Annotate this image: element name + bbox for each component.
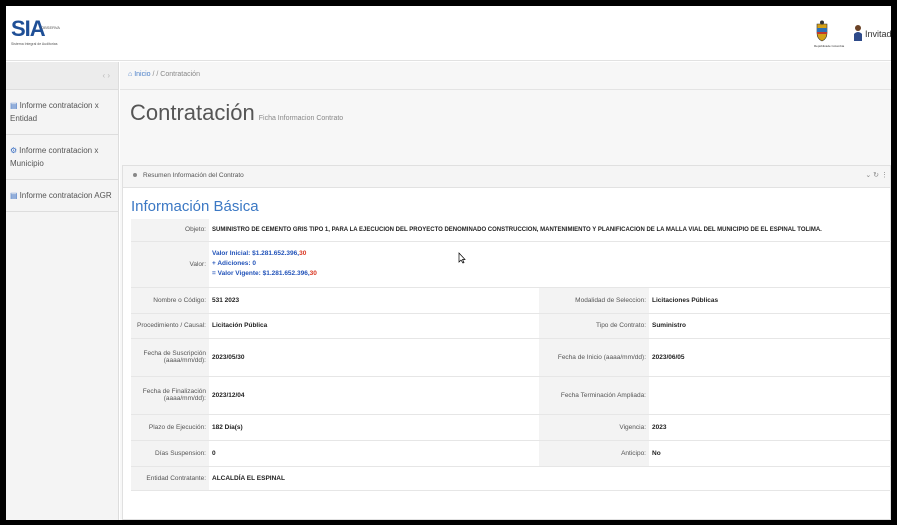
gear-icon: ⚙ [10,146,18,155]
modalidad-label: Modalidad de Seleccion: [539,287,649,314]
logo-small-text: OBSERVA [41,25,60,30]
shield-caption: Repúblicade Colombia [814,44,845,48]
suscripcion-value: 2023/05/30 [209,338,539,377]
terminacion-value [649,376,891,415]
objeto-value: SUMINISTRO DE CEMENTO GRIS TIPO 1, PARA … [209,219,891,242]
valor-label: Valor: [131,241,209,288]
adiciones: + Adiciones: 0 [212,260,257,267]
terminacion-label: Fecha Terminación Ampliada: [539,376,649,415]
anticipo-value: No [649,440,891,467]
valor-vigente: = Valor Vigente: $1.281.652.396, [212,270,310,277]
table-row: Días Suspension: 0 Anticipo: No [131,440,891,467]
procedimiento-label: Procedimiento / Causal: [131,313,209,339]
finalizacion-label: Fecha de Finalización (aaaa/mm/dd): [131,376,209,415]
report-icon: ▤ [10,101,18,110]
entidad-value: ALCALDÍA EL ESPINAL [209,466,891,491]
suspension-label: Días Suspension: [131,440,209,467]
breadcrumb-separator: / / [152,71,159,78]
inicio-value: 2023/06/05 [649,338,891,377]
sidebar-item-municipio[interactable]: ⚙ Informe contratacion x Municipio [6,135,118,180]
table-row: Objeto: SUMINISTRO DE CEMENTO GRIS TIPO … [131,219,891,242]
mouse-cursor-icon [458,252,466,264]
logo-tagline: Sistema Integral de Auditorias [11,42,58,46]
sidebar: ‹ › ▤ Informe contratacion x Entidad ⚙ Inf… [6,62,119,520]
anticipo-label: Anticipo: [539,440,649,467]
table-row: Nombre o Código: 531 2023 Modalidad de S… [131,287,891,314]
panel-header-text: Resumen Información del Contrato [143,172,244,179]
table-row: Fecha de Suscripción (aaaa/mm/dd): 2023/… [131,338,891,377]
home-icon[interactable]: ⌂ [128,71,132,78]
nombre-label: Nombre o Código: [131,287,209,314]
valor-inicial: Valor Inicial: $1.281.652.396, [212,250,300,257]
suscripcion-label: Fecha de Suscripción (aaaa/mm/dd): [131,338,209,377]
contract-panel: Resumen Información del Contrato ⌄ ↻ ⋮ I… [122,165,891,520]
coat-of-arms-icon [816,20,828,42]
valor-cell: Valor Inicial: $1.281.652.396,30 + Adici… [209,241,891,288]
finalizacion-value: 2023/12/04 [209,376,539,415]
user-icon[interactable] [853,24,863,42]
valor-inicial-cents: 30 [299,250,307,257]
table-row: Procedimiento / Causal: Licitación Públi… [131,313,891,339]
table-row: Plazo de Ejecución: 182 Día(s) Vigencia:… [131,414,891,441]
sia-logo[interactable]: SIA OBSERVA Sistema Integral de Auditori… [11,18,63,48]
app-frame: SIA OBSERVA Sistema Integral de Auditori… [6,6,891,520]
bullet-icon [133,173,137,178]
table-row: Fecha de Finalización (aaaa/mm/dd): 2023… [131,376,891,415]
breadcrumb-home[interactable]: Inicio [134,71,150,78]
plazo-label: Plazo de Ejecución: [131,414,209,441]
table-row: Valor: Valor Inicial: $1.281.652.396,30 … [131,241,891,288]
breadcrumb: ⌂ Inicio / / Contratación [120,62,891,90]
valor-vigente-cents: 30 [309,270,317,277]
section-title: Información Básica [131,198,259,215]
panel-header: Resumen Información del Contrato ⌄ ↻ ⋮ [123,166,890,188]
procedimiento-value: Licitación Pública [209,313,539,339]
page-title: Contratación Ficha Informacion Contrato [130,100,343,126]
inicio-label: Fecha de Inicio (aaaa/mm/dd): [539,338,649,377]
modalidad-value: Licitaciones Públicas [649,287,891,314]
vigencia-value: 2023 [649,414,891,441]
tipo-label: Tipo de Contrato: [539,313,649,339]
top-header: SIA OBSERVA Sistema Integral de Auditori… [6,6,891,61]
main-content: ⌂ Inicio / / Contratación Contratación Fi… [120,62,891,520]
panel-tools[interactable]: ⌄ ↻ ⋮ [865,171,888,179]
contract-info-table: Objeto: SUMINISTRO DE CEMENTO GRIS TIPO … [131,219,891,491]
sidebar-item-label: Informe contratacion AGR [19,191,112,200]
sidebar-item-label: Informe contratacion x Municipio [10,146,99,168]
sidebar-item-label: Informe contratacion x Entidad [10,101,99,123]
report-icon: ▤ [10,191,18,200]
page-subtitle: Ficha Informacion Contrato [258,115,344,122]
breadcrumb-current: Contratación [160,71,200,78]
sidebar-item-entidad[interactable]: ▤ Informe contratacion x Entidad [6,90,118,135]
suspension-value: 0 [209,440,539,467]
logo-text: SIA [11,16,46,41]
tipo-value: Suministro [649,313,891,339]
plazo-value: 182 Día(s) [209,414,539,441]
sidebar-toggle[interactable]: ‹ › [6,62,118,90]
vigencia-label: Vigencia: [539,414,649,441]
sidebar-toggle-icon[interactable]: ‹ › [102,71,110,80]
nombre-value: 531 2023 [209,287,539,314]
user-name[interactable]: Invitado [865,29,891,39]
objeto-label: Objeto: [131,219,209,242]
page-title-text: Contratación [130,100,255,125]
table-row: Entidad Contratante: ALCALDÍA EL ESPINAL [131,466,891,491]
entidad-label: Entidad Contratante: [131,466,209,491]
sidebar-item-agr[interactable]: ▤ Informe contratacion AGR [6,180,118,212]
